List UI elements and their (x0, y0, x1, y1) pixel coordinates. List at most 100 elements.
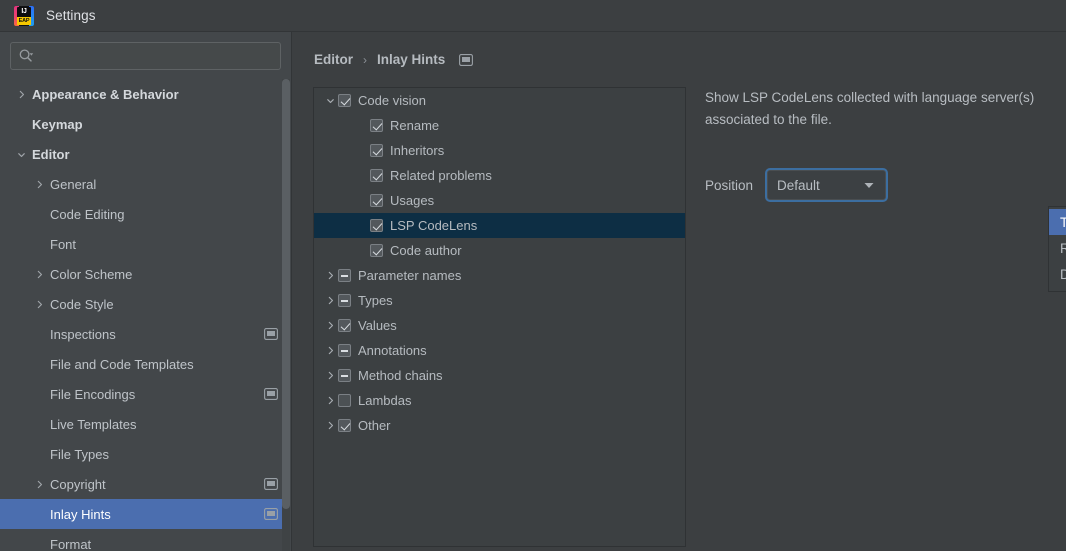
chevron-right-icon[interactable] (322, 293, 338, 309)
tree-row-rename[interactable]: Rename (314, 113, 685, 138)
search-input[interactable] (37, 49, 273, 63)
sidebar-item-appearance-behavior[interactable]: Appearance & Behavior (0, 79, 284, 109)
search-icon[interactable] (18, 48, 34, 64)
sidebar-item-editor[interactable]: Editor (0, 139, 284, 169)
sidebar-item-keymap[interactable]: Keymap (0, 109, 284, 139)
tree-row-label: Related problems (390, 168, 492, 183)
checkbox-indeterminate[interactable] (338, 344, 351, 357)
sidebar-item-inspections[interactable]: Inspections (0, 319, 284, 349)
tree-row-label: Rename (390, 118, 440, 133)
sidebar-item-live-templates[interactable]: Live Templates (0, 409, 284, 439)
chevron-right-icon[interactable] (322, 368, 338, 384)
inlay-hints-tree-panel: Code vision Rename Inheritors Related probl… (313, 87, 686, 547)
checkbox-checked[interactable] (338, 94, 351, 107)
monitor-icon (264, 478, 278, 490)
sidebar-item-label: Code Style (50, 296, 114, 312)
sidebar-item-general[interactable]: General (0, 169, 284, 199)
settings-content: Editor › Inlay Hints Code vision Rename In… (292, 32, 1066, 551)
tree-row-lambdas[interactable]: Lambdas (314, 388, 685, 413)
checkbox-checked[interactable] (338, 319, 351, 332)
chevron-right-icon[interactable] (322, 393, 338, 409)
chevron-right-icon[interactable] (32, 477, 46, 491)
checkbox-indeterminate[interactable] (338, 294, 351, 307)
chevron-down-icon[interactable] (861, 177, 877, 193)
logo-eap-text: EAP (17, 16, 31, 25)
setting-description: Show LSP CodeLens collected with languag… (705, 90, 1035, 127)
tree-row-label: LSP CodeLens (390, 218, 478, 233)
sidebar-item-font[interactable]: Font (0, 229, 284, 259)
position-selected-value: Default (777, 177, 820, 193)
checkbox-checked[interactable] (370, 194, 383, 207)
chevron-right-icon[interactable] (14, 87, 28, 101)
tree-row-annotations[interactable]: Annotations (314, 338, 685, 363)
sidebar-item-file-types[interactable]: File Types (0, 439, 284, 469)
tree-row-usages[interactable]: Usages (314, 188, 685, 213)
tree-row-parameter-names[interactable]: Parameter names (314, 263, 685, 288)
search-box[interactable] (10, 42, 281, 70)
chevron-down-icon[interactable] (322, 93, 338, 109)
dropdown-option-top[interactable]: Top (1049, 209, 1066, 235)
tree-row-label: Other (358, 418, 391, 433)
tree-row-related-problems[interactable]: Related problems (314, 163, 685, 188)
breadcrumb-root[interactable]: Editor (314, 52, 353, 67)
sidebar-item-file-and-code-templates[interactable]: File and Code Templates (0, 349, 284, 379)
checkbox-checked[interactable] (370, 144, 383, 157)
tree-row-code-author[interactable]: Code author (314, 238, 685, 263)
chevron-right-icon[interactable] (32, 267, 46, 281)
tree-row-method-chains[interactable]: Method chains (314, 363, 685, 388)
chevron-right-icon[interactable] (322, 268, 338, 284)
sidebar-item-label: Format (50, 536, 92, 551)
chevron-right-icon[interactable] (322, 418, 338, 434)
checkbox-checked[interactable] (338, 419, 351, 432)
sidebar-item-label: Code Editing (50, 206, 125, 222)
chevron-right-icon[interactable] (32, 297, 46, 311)
checkbox-checked[interactable] (370, 169, 383, 182)
sidebar-item-code-editing[interactable]: Code Editing (0, 199, 284, 229)
checkbox-checked[interactable] (370, 119, 383, 132)
tree-row-label: Inheritors (390, 143, 445, 158)
position-combobox[interactable]: Default (767, 170, 887, 200)
sidebar-item-format[interactable]: Format (0, 529, 284, 551)
checkbox-checked[interactable] (370, 219, 383, 232)
sidebar-scrollbar-thumb[interactable] (282, 79, 290, 509)
tree-row-label: Parameter names (358, 268, 462, 283)
tree-row-label: Code vision (358, 93, 426, 108)
checkbox-checked[interactable] (370, 244, 383, 257)
monitor-icon (264, 388, 278, 400)
settings-sidebar: Appearance & Behavior Keymap Editor General… (0, 32, 292, 551)
chevron-right-icon[interactable] (32, 177, 46, 191)
tree-row-other[interactable]: Other (314, 413, 685, 438)
tree-row-lsp-codelens[interactable]: LSP CodeLens (314, 213, 685, 238)
sidebar-item-label: Editor (32, 146, 70, 162)
checkbox-indeterminate[interactable] (338, 269, 351, 282)
monitor-icon (264, 508, 278, 520)
position-label: Position (705, 177, 754, 193)
breadcrumb-separator: › (363, 52, 367, 67)
tree-row-inheritors[interactable]: Inheritors (314, 138, 685, 163)
checkbox-unchecked[interactable] (338, 394, 351, 407)
sidebar-item-copyright[interactable]: Copyright (0, 469, 284, 499)
sidebar-item-label: General (50, 176, 97, 192)
sidebar-item-file-encodings[interactable]: File Encodings (0, 379, 284, 409)
tree-row-types[interactable]: Types (314, 288, 685, 313)
tree-row-values[interactable]: Values (314, 313, 685, 338)
position-dropdown-list[interactable]: TopRightDefault (1048, 206, 1066, 292)
tree-row-code-vision[interactable]: Code vision (314, 88, 685, 113)
dropdown-option-right[interactable]: Right (1049, 235, 1066, 261)
chevron-right-icon[interactable] (322, 343, 338, 359)
monitor-icon (264, 328, 278, 340)
chevron-down-icon[interactable] (14, 147, 28, 161)
chevron-right-icon[interactable] (322, 318, 338, 334)
checkbox-indeterminate[interactable] (338, 369, 351, 382)
position-row: Position Default (705, 170, 887, 200)
sidebar-item-inlay-hints[interactable]: Inlay Hints (0, 499, 284, 529)
sidebar-item-code-style[interactable]: Code Style (0, 289, 284, 319)
window-titlebar: IJ EAP Settings (0, 0, 1066, 32)
sidebar-item-label: File Types (50, 446, 110, 462)
dropdown-option-default[interactable]: Default (1049, 261, 1066, 287)
sidebar-item-label: Color Scheme (50, 266, 133, 282)
tree-row-label: Values (358, 318, 397, 333)
sidebar-item-color-scheme[interactable]: Color Scheme (0, 259, 284, 289)
